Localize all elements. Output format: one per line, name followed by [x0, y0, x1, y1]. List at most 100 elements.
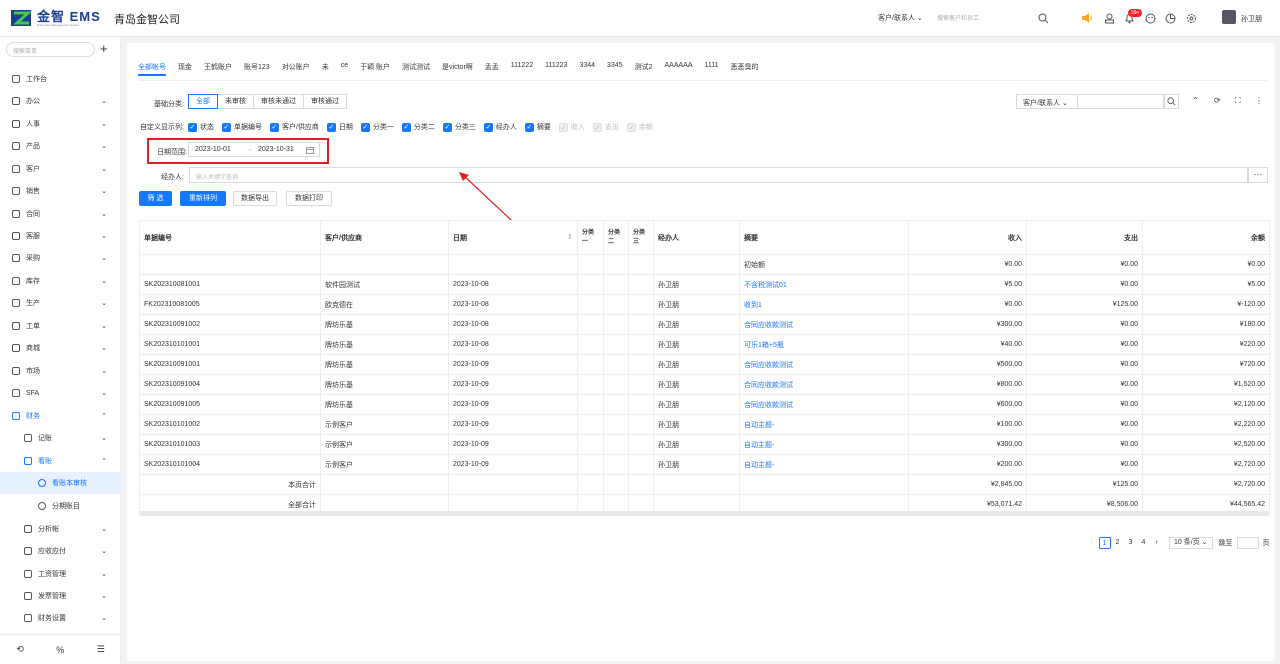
sidebar-item-14[interactable]: 市场 ⌄ [0, 360, 121, 382]
table-row[interactable]: SK202310101001 牌坊乐基 2023-10-08 孙卫朋 可乐1箱+5瓶 ¥4… [139, 334, 1270, 355]
page-1-button[interactable]: 1 [1098, 537, 1111, 549]
date-end[interactable]: 2023-10-31 [258, 146, 294, 153]
chevron-down-icon[interactable]: ⌄ [101, 322, 107, 330]
tab-3[interactable]: 王鹤账户 [204, 62, 232, 76]
chevron-down-icon[interactable]: ⌄ [101, 367, 107, 375]
sort-icon[interactable]: ⇕ [567, 233, 573, 241]
column-checkbox-10[interactable]: ✓ 收入 [558, 122, 585, 132]
checkbox-icon[interactable]: ✓ [221, 122, 231, 132]
segment-rejected[interactable]: 审核未通过 [253, 94, 304, 109]
avatar[interactable] [1222, 10, 1236, 24]
table-cell[interactable]: 收到1 [739, 294, 909, 315]
sidebar-item-24[interactable]: 发票管理 ⌄ [0, 585, 121, 607]
column-checkbox-4[interactable]: ✓ 日期 [326, 122, 353, 132]
sidebar-item-6[interactable]: 销售 ⌄ [0, 180, 121, 202]
table-cell[interactable]: 自动主题- [739, 434, 909, 455]
col-balance[interactable]: 余额 [1142, 220, 1270, 255]
col-date[interactable]: 日期 ⇕ [448, 220, 578, 255]
chevron-down-icon[interactable]: ⌄ [101, 614, 107, 622]
reorder-button[interactable]: 重新排列 [180, 191, 226, 206]
tab-14[interactable]: 3344 [579, 62, 595, 76]
tab-6[interactable]: 未 [322, 62, 329, 76]
table-row[interactable]: 初始额 ¥0.00 ¥0.00 ¥0.00 [139, 254, 1270, 275]
checkbox-icon[interactable]: ✓ [442, 122, 452, 132]
more-vertical-icon[interactable]: ⋮ [1255, 96, 1263, 105]
segment-all[interactable]: 全部 [188, 94, 218, 109]
tab-11[interactable]: 孟孟 [485, 62, 499, 76]
refresh-icon[interactable]: ⟳ [1214, 96, 1221, 105]
table-cell[interactable]: 合同应收款测试 [739, 314, 909, 335]
page-3-button[interactable]: 3 [1125, 537, 1137, 549]
checkbox-icon[interactable]: ✓ [326, 122, 336, 132]
sidebar-item-25[interactable]: 财务设置 ⌄ [0, 607, 121, 629]
tab-12[interactable]: 111222 [511, 62, 533, 76]
table-cell[interactable]: 不含税测试01 [739, 274, 909, 295]
chevron-down-icon[interactable]: ⌄ [101, 570, 107, 578]
collapse-up-icon[interactable]: ⌃ [1192, 96, 1199, 105]
search-icon[interactable] [1036, 11, 1050, 25]
percent-icon[interactable]: % [56, 645, 64, 655]
chevron-up-icon[interactable]: ⌃ [101, 457, 107, 465]
table-cell[interactable]: 自动主题- [739, 414, 909, 435]
date-range-picker[interactable]: 2023-10-01 → 2023-10-31 [188, 142, 320, 157]
sidebar-item-10[interactable]: 库存 ⌄ [0, 270, 121, 292]
tab-1[interactable]: 全部帐号 [138, 62, 166, 76]
filter-button[interactable]: 筛 选 [139, 191, 172, 206]
column-checkbox-5[interactable]: ✓ 分类一 [360, 122, 394, 132]
table-row[interactable]: SK202310091002 牌坊乐基 2023-10-08 孙卫朋 合同应收款测试 ¥3… [139, 314, 1270, 335]
tab-17[interactable]: AAAAAA [665, 62, 693, 76]
table-cell[interactable]: 合同应收款测试 [739, 394, 909, 415]
print-button[interactable]: 数据打印 [286, 191, 332, 206]
chevron-down-icon[interactable]: ⌄ [101, 277, 107, 285]
tab-16[interactable]: 测试2 [635, 62, 653, 76]
tab-2[interactable]: 现金 [178, 62, 192, 76]
chevron-down-icon[interactable]: ⌄ [101, 434, 107, 442]
column-checkbox-9[interactable]: ✓ 摘要 [524, 122, 551, 132]
col-operator[interactable]: 经办人 [653, 220, 740, 255]
segment-approved[interactable]: 审核通过 [303, 94, 347, 109]
sidebar-item-17[interactable]: 记账 ⌄ [0, 427, 121, 449]
sidebar-item-16[interactable]: 财务 ⌃ [0, 405, 121, 427]
column-checkbox-12[interactable]: ✓ 余额 [626, 122, 653, 132]
gear-icon[interactable] [1184, 11, 1198, 25]
col-cat1[interactable]: 分类一 [577, 220, 604, 255]
chevron-down-icon[interactable]: ⌄ [101, 142, 107, 150]
checkbox-icon[interactable]: ✓ [269, 122, 279, 132]
chevron-down-icon[interactable]: ⌄ [101, 232, 107, 240]
tab-5[interactable]: 对公账户 [282, 62, 310, 76]
sidebar-item-5[interactable]: 客户 ⌄ [0, 158, 121, 180]
horizontal-scrollbar[interactable] [139, 511, 1269, 516]
checkbox-icon[interactable]: ✓ [592, 122, 602, 132]
chevron-down-icon[interactable]: ⌄ [101, 97, 107, 105]
chevron-up-icon[interactable]: ⌃ [101, 412, 107, 420]
checkbox-icon[interactable]: ✓ [483, 122, 493, 132]
chevron-down-icon[interactable]: ⌄ [101, 254, 107, 262]
global-search-input[interactable]: 搜索客户和员工 [937, 13, 979, 22]
search-button[interactable] [1163, 94, 1179, 109]
tab-10[interactable]: 是victor啊 [442, 62, 473, 76]
tab-19[interactable]: 恶恶臭的 [731, 62, 759, 76]
chevron-down-icon[interactable]: ⌄ [101, 547, 107, 555]
chevron-down-icon[interactable]: ⌄ [101, 165, 107, 173]
sidebar-item-23[interactable]: 工资管理 ⌄ [0, 563, 121, 585]
jump-input[interactable] [1236, 537, 1259, 549]
sidebar-item-7[interactable]: 合同 ⌄ [0, 203, 121, 225]
page-4-button[interactable]: 4 [1138, 537, 1150, 549]
tab-9[interactable]: 测试测试 [402, 62, 430, 76]
checkbox-icon[interactable]: ✓ [626, 122, 636, 132]
search-scope-select[interactable]: 客户/联系人 ⌄ [878, 13, 923, 23]
sidebar-item-13[interactable]: 商城 ⌄ [0, 337, 121, 359]
next-page-button[interactable]: › [1151, 537, 1163, 549]
column-checkbox-1[interactable]: ✓ 状态 [187, 122, 214, 132]
history-icon[interactable]: ⟲ [16, 644, 24, 655]
table-cell[interactable]: 可乐1箱+5瓶 [739, 334, 909, 355]
col-cat3[interactable]: 分类三 [628, 220, 654, 255]
tab-15[interactable]: 3345 [607, 62, 623, 76]
sidebar-item-9[interactable]: 采购 ⌄ [0, 247, 121, 269]
add-menu-button[interactable]: + [100, 42, 108, 55]
sidebar-item-18[interactable]: 看账 ⌃ [0, 450, 121, 472]
page-2-button[interactable]: 2 [1112, 537, 1124, 549]
column-checkbox-7[interactable]: ✓ 分类三 [442, 122, 476, 132]
table-row[interactable]: SK202310091005 牌坊乐基 2023-10-09 孙卫朋 合同应收款测试 ¥6… [139, 394, 1270, 415]
col-expense[interactable]: 支出 [1026, 220, 1143, 255]
